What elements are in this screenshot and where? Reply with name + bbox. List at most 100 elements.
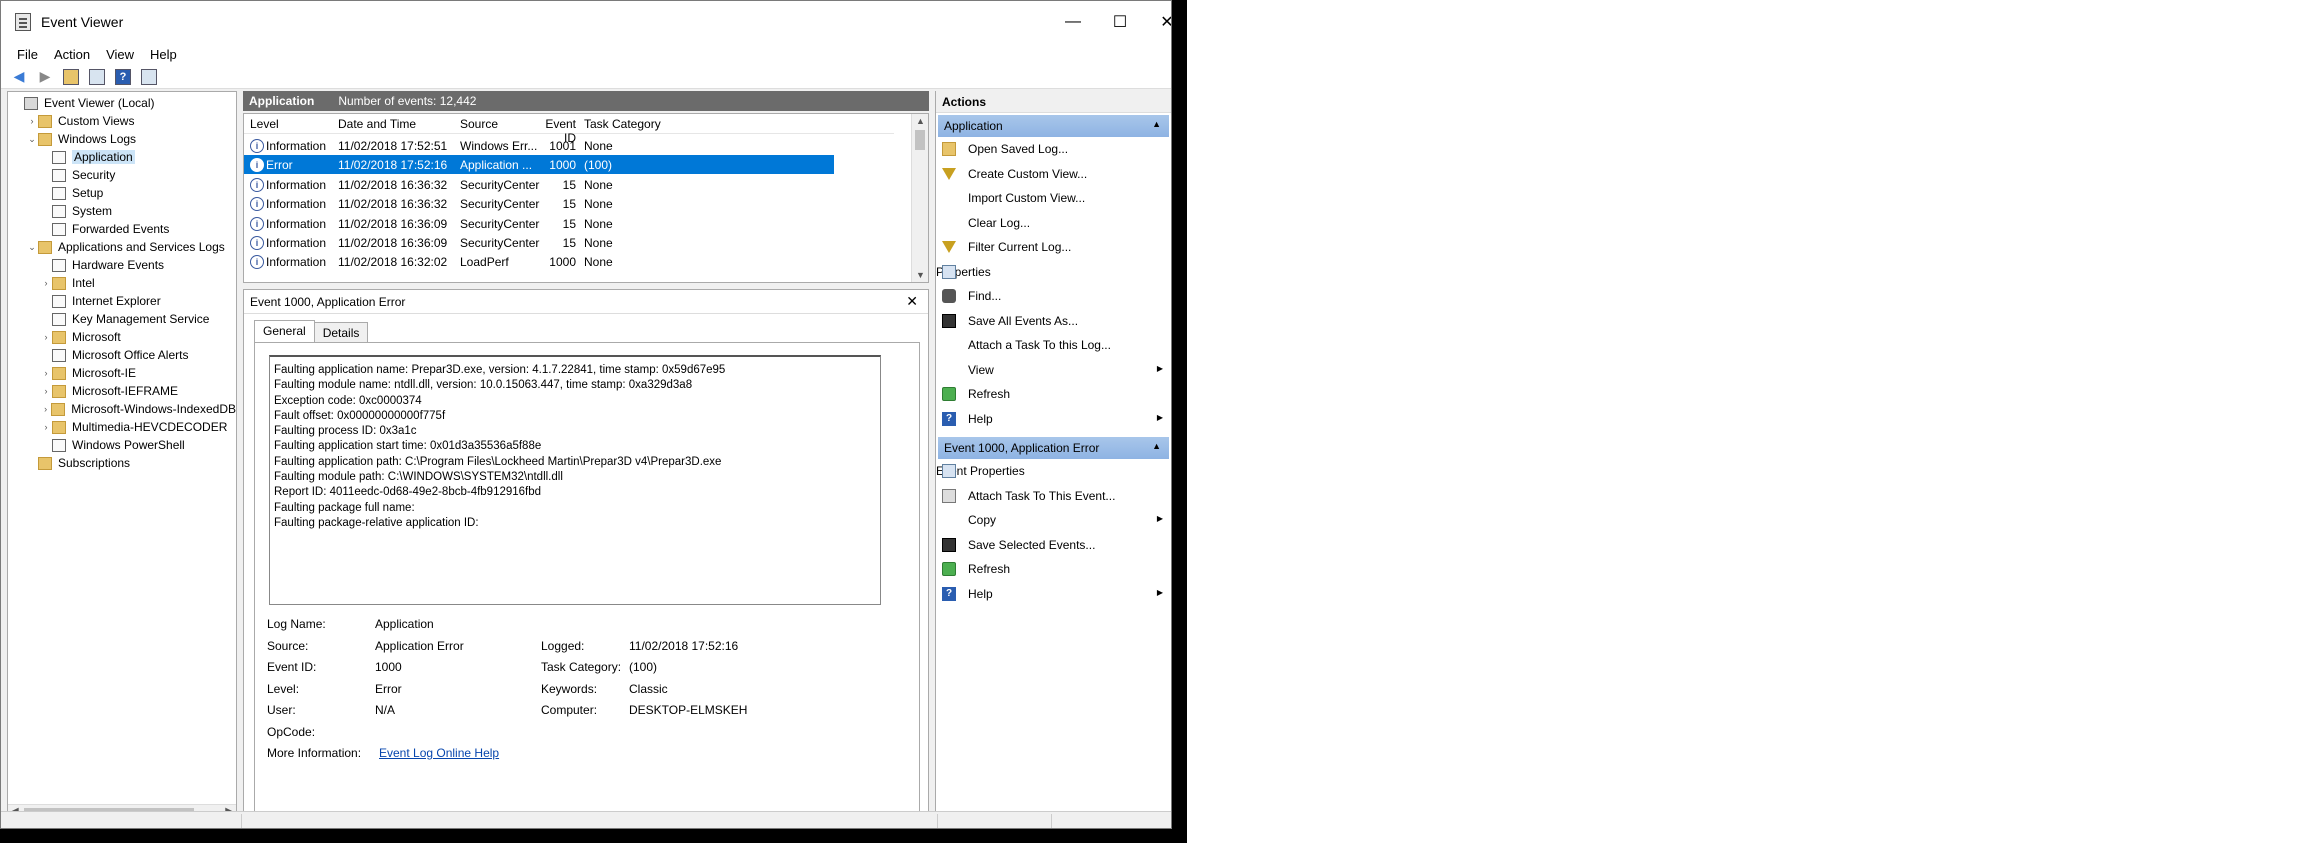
column-date-time[interactable]: Date and Time: [338, 117, 416, 131]
tree-item-label: Microsoft-Windows-IndexedDB: [71, 402, 236, 416]
event-log-online-help-link[interactable]: Event Log Online Help: [379, 746, 499, 760]
event-viewer-window: Event Viewer — ☐ ✕ File Action View Help…: [0, 0, 1172, 829]
event-description[interactable]: Faulting application name: Prepar3D.exe,…: [269, 355, 881, 605]
menu-view[interactable]: View: [98, 47, 142, 62]
tree-item-label: Microsoft Office Alerts: [72, 348, 189, 362]
tree-item[interactable]: › Microsoft-IEFRAME: [8, 382, 236, 400]
show-hide-action-pane-icon[interactable]: [139, 67, 159, 87]
action-item[interactable]: Import Custom View...: [936, 186, 1171, 211]
close-detail-icon[interactable]: ✕: [906, 293, 918, 310]
tree-item[interactable]: ⌄ Windows Logs: [8, 130, 236, 148]
tree-item[interactable]: › Microsoft-Windows-IndexedDB: [8, 400, 236, 418]
table-row[interactable]: i Information 11/02/2018 16:36:09 SecurityC…: [244, 233, 834, 252]
tree-item[interactable]: › Custom Views: [8, 112, 236, 130]
scroll-thumb[interactable]: [915, 130, 925, 150]
tree-item[interactable]: Key Management Service: [8, 310, 236, 328]
scroll-down-icon[interactable]: ▼: [916, 270, 925, 280]
action-label: Save Selected Events...: [968, 537, 1096, 552]
actions-section-application[interactable]: Application ▲: [938, 115, 1169, 137]
action-item[interactable]: View ▶: [936, 358, 1171, 383]
general-tab-content: Faulting application name: Prepar3D.exe,…: [254, 342, 920, 814]
action-item[interactable]: Refresh: [936, 382, 1171, 407]
tree-item[interactable]: Windows PowerShell: [8, 436, 236, 454]
value-level: Error: [375, 682, 402, 696]
action-item[interactable]: Save All Events As...: [936, 309, 1171, 334]
folder-up-icon[interactable]: [61, 67, 81, 87]
section-event-label: Event 1000, Application Error: [944, 441, 1100, 455]
show-hide-tree-icon[interactable]: [87, 67, 107, 87]
tab-general[interactable]: General: [254, 320, 315, 343]
collapsed-chevron-icon[interactable]: ›: [40, 386, 52, 396]
collapse-icon[interactable]: ▲: [1152, 441, 1161, 451]
forward-arrow-icon[interactable]: ▶: [35, 67, 55, 87]
column-level[interactable]: Level: [250, 117, 279, 131]
tree-item[interactable]: Event Viewer (Local): [8, 94, 236, 112]
column-task-category[interactable]: Task Category: [584, 117, 661, 131]
value-keywords: Classic: [629, 682, 668, 696]
maximize-button[interactable]: ☐: [1097, 1, 1143, 43]
action-item[interactable]: ? Help ▶: [936, 582, 1171, 607]
tree-item[interactable]: Setup: [8, 184, 236, 202]
tree-item[interactable]: Security: [8, 166, 236, 184]
collapsed-chevron-icon[interactable]: ›: [40, 368, 52, 378]
action-item[interactable]: Properties: [936, 260, 1171, 285]
column-source[interactable]: Source: [460, 117, 498, 131]
event-list-vertical-scrollbar[interactable]: ▲ ▼: [911, 114, 928, 282]
action-item[interactable]: ? Help ▶: [936, 407, 1171, 432]
minimize-button[interactable]: —: [1050, 1, 1096, 43]
expanded-chevron-icon[interactable]: ⌄: [26, 134, 38, 145]
tree-item[interactable]: Application: [8, 148, 236, 166]
help-icon[interactable]: ?: [113, 67, 133, 87]
tree-item[interactable]: Subscriptions: [8, 454, 236, 472]
action-item[interactable]: Attach Task To This Event...: [936, 484, 1171, 509]
tree-item[interactable]: ⌄ Applications and Services Logs: [8, 238, 236, 256]
menu-file[interactable]: File: [9, 47, 46, 62]
collapsed-chevron-icon[interactable]: ›: [40, 278, 52, 288]
table-row[interactable]: i Information 11/02/2018 16:36:32 SecurityC…: [244, 175, 834, 194]
folder-icon: [52, 276, 66, 290]
tree-item[interactable]: › Microsoft: [8, 328, 236, 346]
collapsed-chevron-icon[interactable]: ›: [40, 332, 52, 342]
tree-item[interactable]: Hardware Events: [8, 256, 236, 274]
information-icon: i: [250, 139, 264, 153]
table-row[interactable]: i Information 11/02/2018 16:36:32 SecurityC…: [244, 194, 834, 213]
action-item[interactable]: Create Custom View...: [936, 162, 1171, 187]
table-row[interactable]: i Information 11/02/2018 17:52:51 Windows E…: [244, 136, 834, 155]
tree-item[interactable]: Forwarded Events: [8, 220, 236, 238]
action-item[interactable]: Copy ▶: [936, 508, 1171, 533]
scroll-up-icon[interactable]: ▲: [916, 116, 925, 126]
tree-item[interactable]: Internet Explorer: [8, 292, 236, 310]
title-bar: Event Viewer — ☐ ✕: [1, 1, 1171, 43]
tree-item[interactable]: › Microsoft-IE: [8, 364, 236, 382]
tree-item[interactable]: Microsoft Office Alerts: [8, 346, 236, 364]
tree-item-label: Forwarded Events: [72, 222, 170, 236]
menu-help[interactable]: Help: [142, 47, 185, 62]
action-item[interactable]: Attach a Task To this Log...: [936, 333, 1171, 358]
back-arrow-icon[interactable]: ◀: [9, 67, 29, 87]
action-item[interactable]: Save Selected Events...: [936, 533, 1171, 558]
action-label: Help: [968, 586, 993, 601]
menu-action[interactable]: Action: [46, 47, 98, 62]
collapsed-chevron-icon[interactable]: ›: [40, 422, 52, 432]
close-button[interactable]: ✕: [1144, 1, 1171, 43]
tree-item[interactable]: System: [8, 202, 236, 220]
action-item[interactable]: Filter Current Log...: [936, 235, 1171, 260]
actions-section-event[interactable]: Event 1000, Application Error ▲: [938, 437, 1169, 459]
collapsed-chevron-icon[interactable]: ›: [40, 404, 51, 414]
cell-date: 11/02/2018 17:52:51: [338, 139, 448, 153]
collapsed-chevron-icon[interactable]: ›: [26, 116, 38, 126]
tree-item-label: System: [72, 204, 113, 218]
tree-item[interactable]: › Multimedia-HEVCDECODER: [8, 418, 236, 436]
expanded-chevron-icon[interactable]: ⌄: [26, 242, 38, 253]
cell-level: Information: [266, 236, 327, 250]
table-row[interactable]: i Information 11/02/2018 16:32:02 LoadPerf 1…: [244, 252, 834, 271]
action-item[interactable]: Refresh: [936, 557, 1171, 582]
action-item[interactable]: Open Saved Log...: [936, 137, 1171, 162]
action-item[interactable]: Find...: [936, 284, 1171, 309]
table-row[interactable]: i Error 11/02/2018 17:52:16 Application ...…: [244, 155, 834, 175]
table-row[interactable]: i Information 11/02/2018 16:36:09 SecurityC…: [244, 214, 834, 233]
tree-item[interactable]: › Intel: [8, 274, 236, 292]
collapse-icon[interactable]: ▲: [1152, 119, 1161, 129]
action-item[interactable]: Event Properties: [936, 459, 1171, 484]
action-item[interactable]: Clear Log...: [936, 211, 1171, 236]
